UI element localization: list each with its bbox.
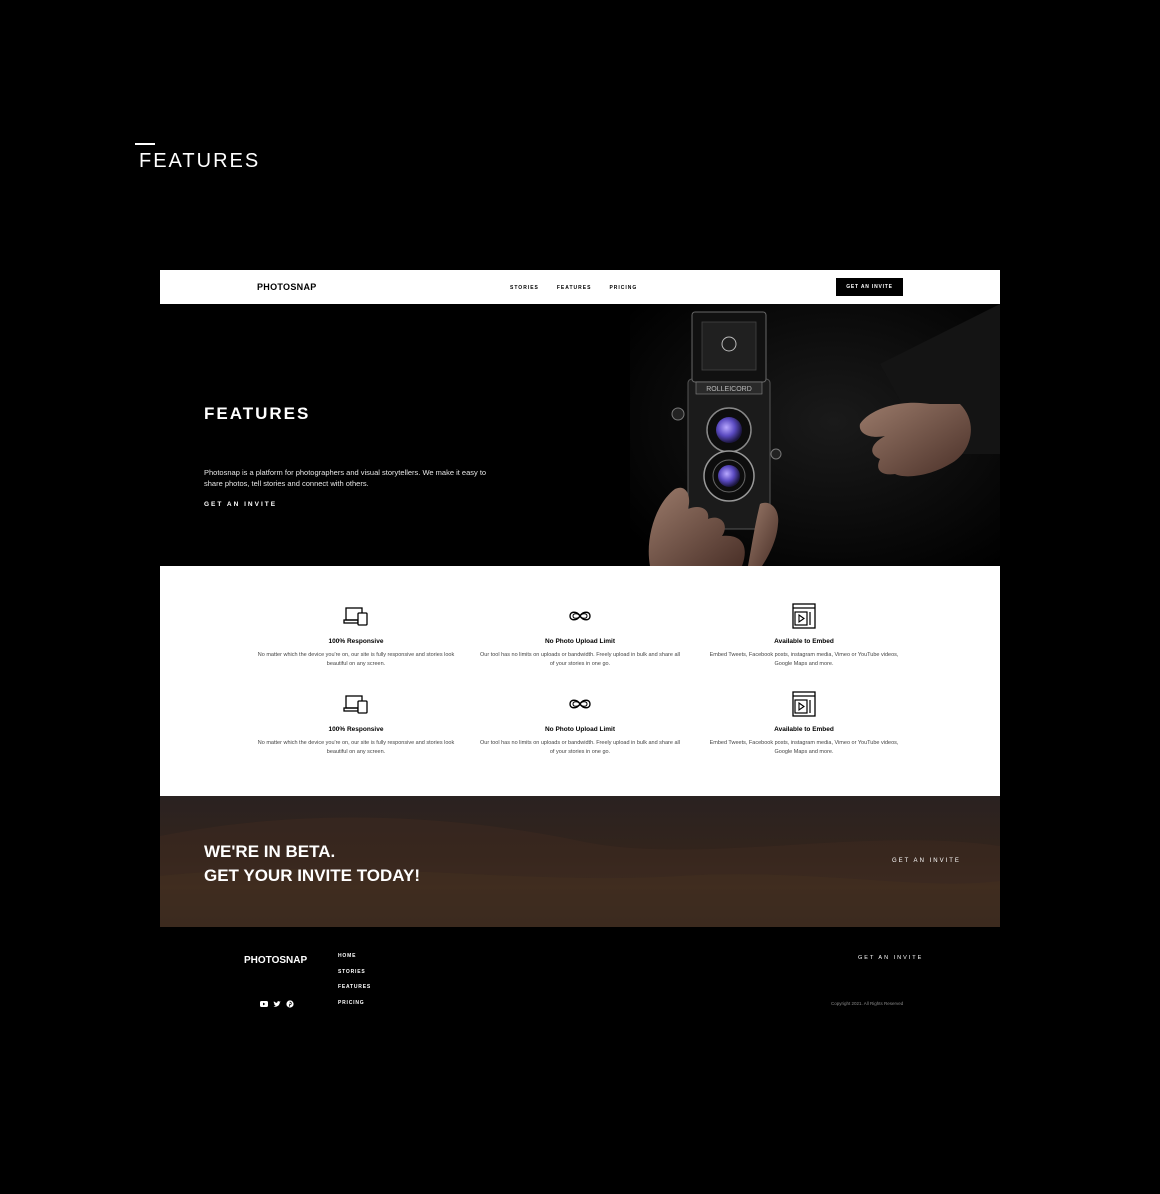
hero-description: Photosnap is a platform for photographer… [204,468,487,488]
footer-invite-link[interactable]: GET AN INVITE [858,955,923,961]
feature-description: Our tool has no limits on uploads or ban… [480,740,680,755]
site-header: PHOTOSNAP STORIES FEATURES PRICING GET A… [160,270,1000,304]
feature-description: Embed Tweets, Facebook posts, instagram … [709,652,899,667]
feature-title: No Photo Upload Limit [544,726,616,733]
footer-link-stories[interactable]: STORIES [338,969,371,985]
feature-card: No Photo Upload Limit Our tool has no li… [480,691,680,757]
nav-link-pricing[interactable]: PRICING [609,285,637,291]
feature-description: No matter which the device you're on, ou… [257,652,455,667]
svg-text:ROLLEICORD: ROLLEICORD [706,386,752,393]
feature-card: 100% Responsive No matter which the devi… [256,691,456,757]
twitter-icon[interactable] [273,1000,281,1008]
beta-heading-line-2: GET YOUR INVITE TODAY! [204,866,421,885]
page-mockup: PHOTOSNAP STORIES FEATURES PRICING GET A… [160,270,1000,1027]
showcase-title: FEATURES [139,150,261,172]
footer-link-home[interactable]: HOME [338,953,371,969]
responsive-devices-icon [343,695,368,714]
feature-title: 100% Responsive [328,726,384,733]
nav-link-features[interactable]: FEATURES [557,285,592,291]
embed-icon [792,691,816,717]
beta-invite-link[interactable]: GET AN INVITE [892,858,961,864]
feature-description: Embed Tweets, Facebook posts, instagram … [709,740,899,755]
footer-logo[interactable]: PHOTOSNAP [244,955,307,966]
beta-banner: WE'RE IN BETA. GET YOUR INVITE TODAY! GE… [160,796,1000,927]
get-invite-button[interactable]: GET AN INVITE [836,278,903,296]
beta-heading: WE'RE IN BETA. GET YOUR INVITE TODAY! [204,840,420,888]
footer-nav: HOME STORIES FEATURES PRICING [338,953,371,1016]
feature-description: Our tool has no limits on uploads or ban… [480,652,680,667]
feature-card: 100% Responsive No matter which the devi… [256,603,456,669]
features-section: 100% Responsive No matter which the devi… [160,566,1000,796]
beta-heading-line-1: WE'RE IN BETA. [204,842,336,861]
hero-camera-photo: ROLLEICORD [630,304,1000,566]
showcase-accent-line [135,143,155,145]
embed-icon [792,603,816,629]
footer-link-features[interactable]: FEATURES [338,984,371,1000]
copyright-text: Copyright 2021. All Rights Reserved [831,1001,904,1006]
nav-link-stories[interactable]: STORIES [510,285,539,291]
hero-invite-link[interactable]: GET AN INVITE [204,501,277,508]
feature-card: Available to Embed Embed Tweets, Faceboo… [704,603,904,669]
footer-link-pricing[interactable]: PRICING [338,1000,371,1016]
main-nav: STORIES FEATURES PRICING [510,285,637,291]
site-footer: PHOTOSNAP HOME STORIES FEATURES PRICING … [160,927,1000,1027]
feature-title: Available to Embed [774,726,834,733]
site-logo[interactable]: PHOTOSNAP [257,282,317,292]
hero-section: FEATURES Photosnap is a platform for pho… [160,304,1000,566]
feature-description: No matter which the device you're on, ou… [257,740,455,755]
hero-title: FEATURES [204,404,311,423]
feature-card: Available to Embed Embed Tweets, Faceboo… [704,691,904,757]
pinterest-icon[interactable] [286,1000,294,1008]
social-links [260,1000,294,1008]
infinity-icon [569,611,591,621]
responsive-devices-icon [343,607,368,626]
feature-title: No Photo Upload Limit [544,638,616,645]
youtube-icon[interactable] [260,1000,268,1008]
feature-card: No Photo Upload Limit Our tool has no li… [480,603,680,669]
infinity-icon [569,699,591,709]
feature-title: Available to Embed [774,638,834,645]
feature-title: 100% Responsive [328,638,384,645]
